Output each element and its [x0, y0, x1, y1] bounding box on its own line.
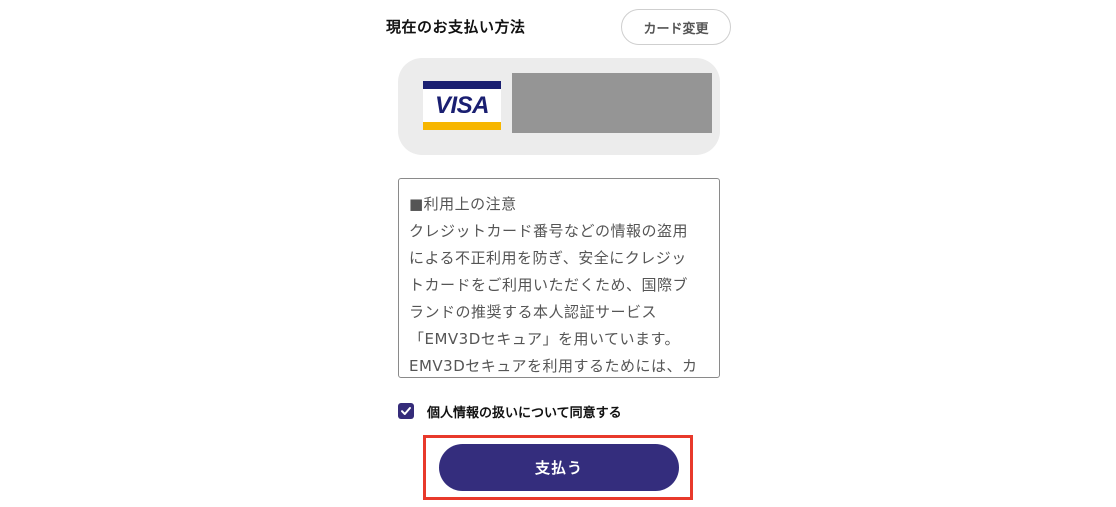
usage-notice-box[interactable]: ■利用上の注意 クレジットカード番号などの情報の盗用 による不正利用を防ぎ、安全… [398, 178, 720, 378]
notice-line: クレジットカード番号などの情報の盗用 [409, 222, 689, 240]
notice-line: ランドの推奨する本人認証サービス [409, 303, 658, 321]
visa-logo: VISA [423, 81, 501, 130]
visa-blue-band [423, 81, 501, 89]
checkmark-icon [401, 407, 411, 415]
pay-button[interactable]: 支払う [439, 444, 679, 491]
change-card-button[interactable]: カード変更 [621, 9, 731, 45]
consent-label[interactable]: 個人情報の扱いについて同意する [427, 402, 622, 421]
visa-wordmark: VISA [434, 91, 490, 119]
payment-method-title: 現在のお支払い方法 [386, 18, 526, 36]
notice-line: による不正利用を防ぎ、安全にクレジッ [409, 249, 687, 267]
visa-gold-band [423, 122, 501, 130]
consent-row: 個人情報の扱いについて同意する [398, 401, 622, 421]
notice-line: EMV3Dセキュアを利用するためには、カ [409, 357, 698, 375]
consent-checkbox[interactable] [398, 403, 414, 419]
notice-line: トカードをご利用いただくため、国際ブ [409, 276, 689, 294]
usage-notice-text: ■利用上の注意 クレジットカード番号などの情報の盗用 による不正利用を防ぎ、安全… [399, 179, 719, 377]
notice-line: ■利用上の注意 [409, 195, 517, 213]
current-card-panel: VISA [398, 58, 720, 155]
redacted-card-info [512, 73, 712, 133]
notice-line: 「EMV3Dセキュア」を用いています。 [409, 330, 681, 348]
